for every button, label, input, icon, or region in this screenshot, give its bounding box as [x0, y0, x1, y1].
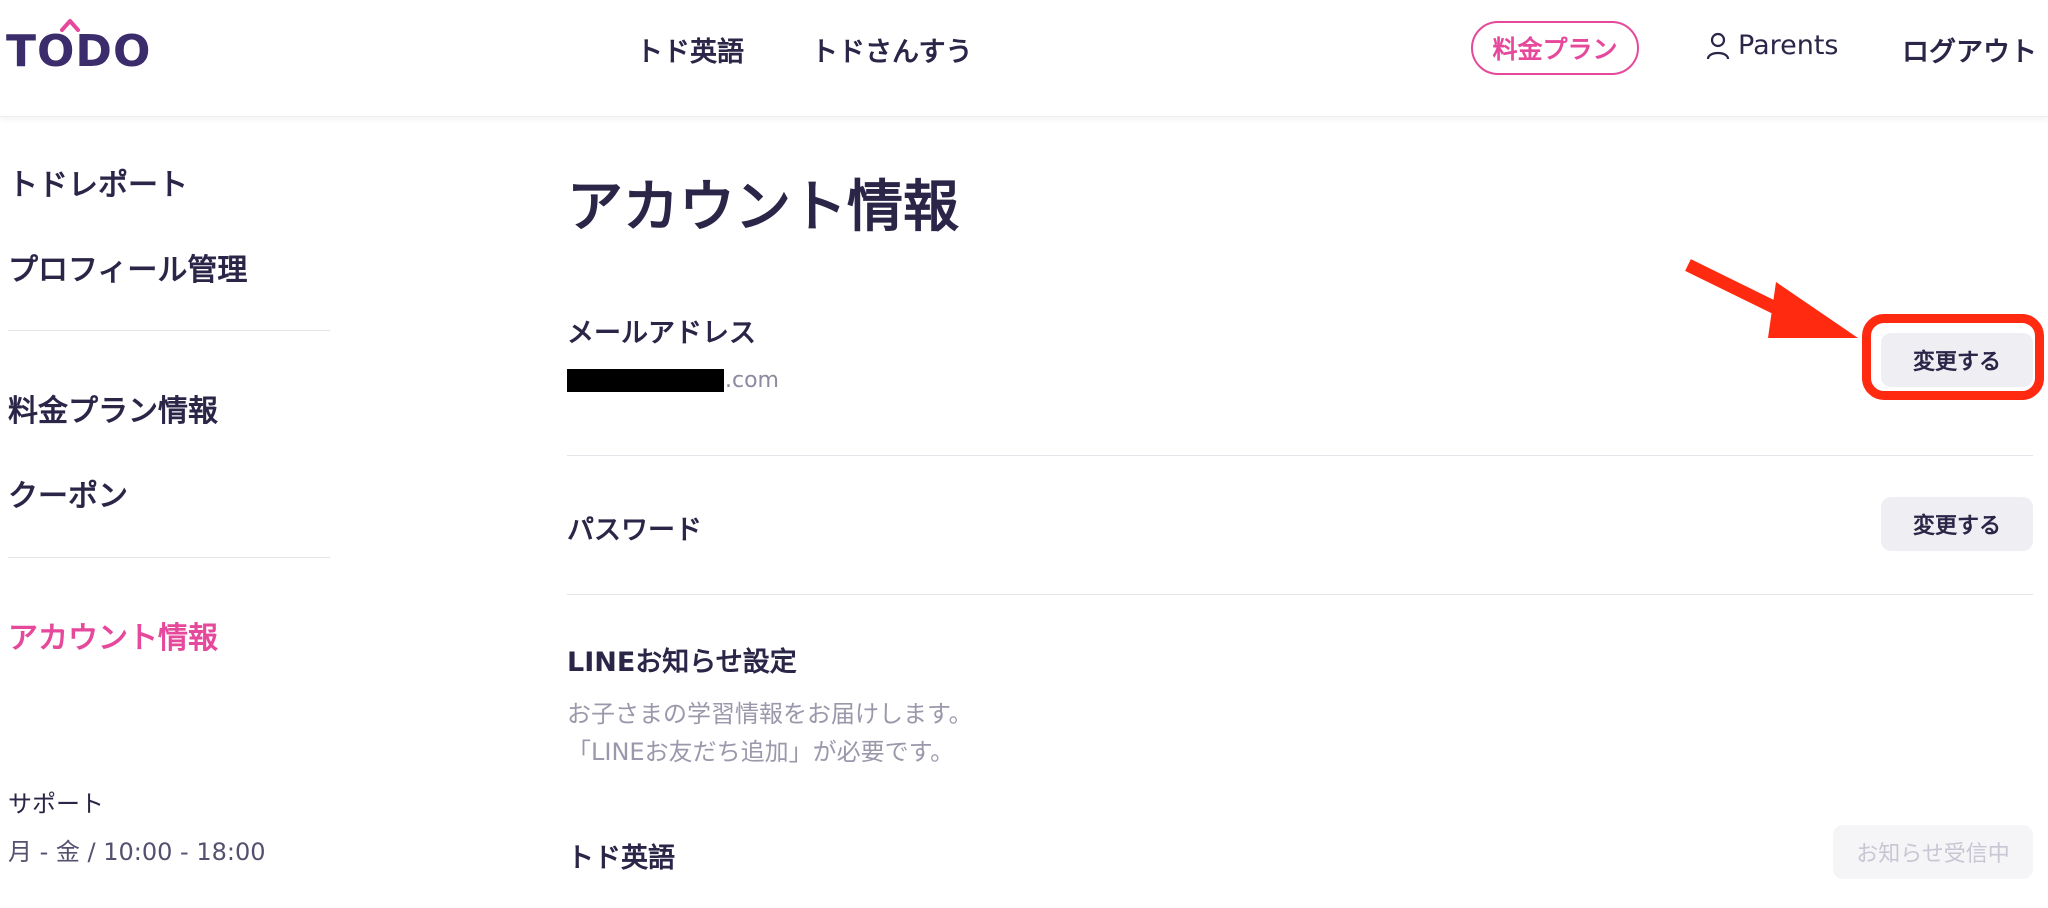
- line-description-2: 「LINEお友だち追加」が必要です。: [567, 738, 955, 766]
- sidebar-divider: [8, 557, 330, 558]
- page-title: アカウント情報: [567, 175, 959, 240]
- email-value: .com: [567, 366, 779, 394]
- row-divider: [567, 455, 2033, 456]
- parents-menu[interactable]: Parents: [1706, 30, 1839, 61]
- pricing-plan-button[interactable]: 料金プラン: [1471, 21, 1639, 75]
- support-hours: 月 - 金 / 10:00 - 18:00: [8, 838, 266, 866]
- line-description-1: お子さまの学習情報をお届けします。: [567, 700, 973, 728]
- sidebar-divider: [8, 330, 330, 331]
- sidebar-item-plan-info[interactable]: 料金プラン情報: [8, 386, 218, 430]
- nav-todo-english[interactable]: トド英語: [636, 30, 744, 69]
- password-change-button[interactable]: 変更する: [1881, 497, 2033, 551]
- top-header: TODO トド英語 トドさんすう 料金プラン Parents ログアウト: [0, 0, 2048, 117]
- sidebar-item-account[interactable]: アカウント情報: [8, 613, 218, 657]
- email-label: メールアドレス: [567, 318, 756, 349]
- support-label: サポート: [8, 790, 104, 818]
- sidebar-item-profile[interactable]: プロフィール管理: [8, 245, 247, 289]
- row-divider: [567, 594, 2033, 595]
- todo-english-label: トド英語: [567, 843, 675, 874]
- annotation-highlight-box: [1862, 314, 2044, 400]
- logout-link[interactable]: ログアウト: [1902, 30, 2037, 69]
- line-settings-label: LINEお知らせ設定: [567, 647, 797, 678]
- parents-label: Parents: [1738, 30, 1839, 61]
- password-label: パスワード: [567, 515, 702, 546]
- email-redaction: [567, 368, 724, 392]
- sidebar-item-todo-report[interactable]: トドレポート: [8, 160, 188, 204]
- notification-receiving-button[interactable]: お知らせ受信中: [1833, 825, 2033, 879]
- sidebar-item-coupon[interactable]: クーポン: [8, 471, 128, 515]
- nav-todo-math[interactable]: トドさんすう: [811, 30, 972, 69]
- logo-text: TODO: [6, 26, 152, 77]
- user-icon: [1706, 32, 1730, 59]
- annotation-arrow-icon: [1685, 259, 1858, 338]
- email-suffix: .com: [725, 367, 779, 393]
